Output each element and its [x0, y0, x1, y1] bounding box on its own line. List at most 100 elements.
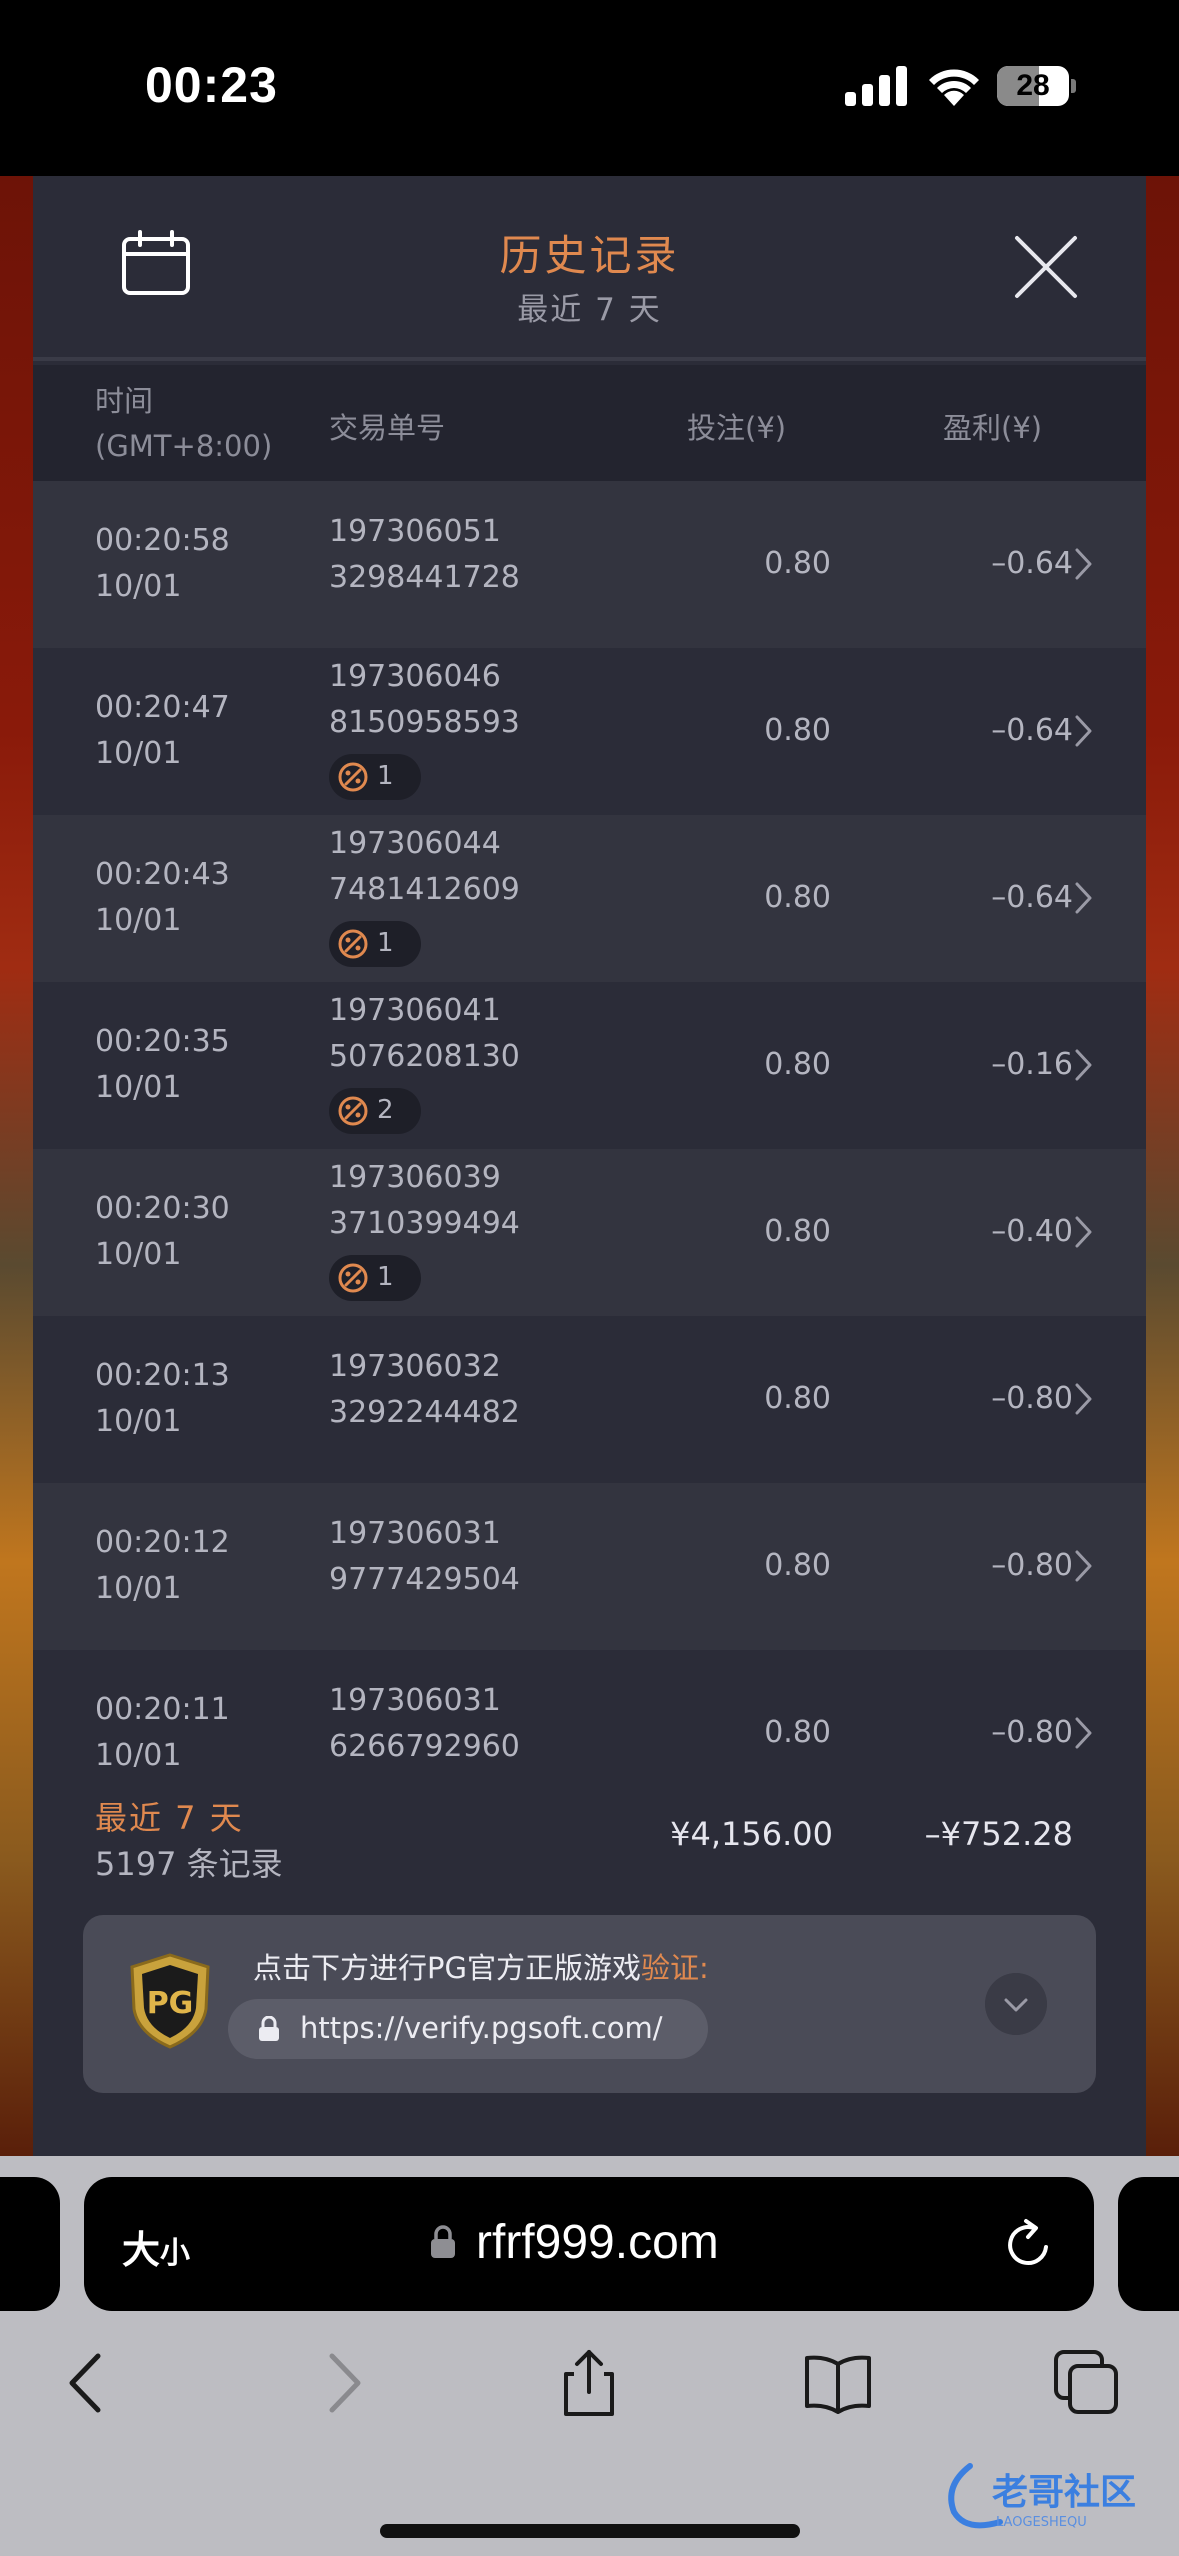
verify-url-link[interactable]: https://verify.pgsoft.com/	[228, 1999, 708, 2059]
row-transaction-id: 197306039 3710399494	[329, 1155, 520, 1247]
verify-prompt: 点击下方进行PG官方正版游戏	[253, 1951, 641, 1985]
row-id-line2: 3710399494	[329, 1206, 520, 1241]
row-date-value: 10/01	[95, 1404, 182, 1439]
history-row[interactable]: 00:20:58 10/01 197306051 3298441728 0.80 –0.6…	[33, 481, 1146, 648]
summary-total-profit: –¥752.28	[924, 1815, 1073, 1853]
row-id-line1: 197306031	[329, 1683, 501, 1718]
chevron-right-icon[interactable]	[1068, 546, 1098, 582]
pg-logo-text: PG	[147, 1986, 194, 2021]
row-profit: –0.40	[991, 1214, 1073, 1249]
free-spin-count: 1	[377, 1262, 394, 1292]
row-id-line1: 197306039	[329, 1160, 501, 1195]
chevron-right-icon[interactable]	[1068, 880, 1098, 916]
lock-icon	[259, 2016, 279, 2041]
row-time-value: 00:20:30	[95, 1191, 230, 1226]
row-profit: –0.80	[991, 1715, 1073, 1750]
wifi-icon	[929, 69, 979, 106]
bookmarks-icon[interactable]	[803, 2348, 873, 2418]
history-row[interactable]: 00:20:13 10/01 197306032 3292244482 0.80 –0.8…	[33, 1316, 1146, 1483]
free-spin-count: 1	[377, 928, 394, 958]
col-profit-label: 盈利(¥)	[943, 411, 1043, 445]
tabs-icon[interactable]	[1052, 2348, 1122, 2418]
row-id-line2: 3298441728	[329, 560, 520, 595]
row-time-value: 00:20:35	[95, 1024, 230, 1059]
row-transaction-id: 197306032 3292244482	[329, 1344, 520, 1436]
history-panel: 历史记录 最近 7 天 时间 (GMT+8:00) 交易单号 投注(¥) 盈利(…	[33, 176, 1146, 2156]
share-icon[interactable]	[554, 2348, 624, 2418]
forward-icon[interactable]	[306, 2348, 376, 2418]
row-time: 00:20:13 10/01	[95, 1353, 230, 1445]
verify-banner: PG 点击下方进行PG官方正版游戏验证: https://verify.pgso…	[83, 1915, 1096, 2093]
history-row[interactable]: 00:20:35 10/01 197306041 5076208130 2 0.80 –0.…	[33, 982, 1146, 1149]
row-profit: –0.80	[991, 1548, 1073, 1583]
row-id-line2: 9777429504	[329, 1562, 520, 1597]
row-transaction-id: 197306031 6266792960	[329, 1678, 520, 1767]
verify-url: https://verify.pgsoft.com/	[300, 2011, 663, 2045]
row-transaction-id: 197306044 7481412609	[329, 821, 520, 913]
chevron-down-icon[interactable]	[985, 1973, 1047, 2035]
row-bet: 0.80	[764, 1381, 831, 1416]
free-spin-badge: 1	[329, 921, 421, 967]
history-row[interactable]: 00:20:30 10/01 197306039 3710399494 1 0.80 –0.…	[33, 1149, 1146, 1316]
chevron-right-icon[interactable]	[1068, 713, 1098, 749]
lock-icon	[431, 2225, 455, 2258]
history-row[interactable]: 00:20:47 10/01 197306046 8150958593 1 0.80 –0.…	[33, 648, 1146, 815]
verify-text: 点击下方进行PG官方正版游戏验证:	[253, 1945, 709, 1987]
text-size-large-label: 大	[122, 2228, 161, 2272]
verify-highlight: 验证:	[640, 1951, 709, 1985]
chevron-right-icon[interactable]	[1068, 1047, 1098, 1083]
battery-level: 28	[1016, 69, 1050, 102]
history-list: 00:20:58 10/01 197306051 3298441728 0.80 –0.6…	[33, 481, 1146, 1767]
address-url: rfrf999.com	[476, 2216, 719, 2269]
row-time: 00:20:35 10/01	[95, 1019, 230, 1111]
page-subtitle: 最近 7 天	[517, 292, 662, 328]
chevron-right-icon[interactable]	[1068, 1715, 1098, 1751]
row-date-value: 10/01	[95, 1738, 182, 1767]
text-size-button[interactable]: 大小	[122, 2219, 190, 2274]
next-tab-peek[interactable]	[1118, 2177, 1179, 2311]
address-bar[interactable]: 大小 rfrf999.com	[84, 2177, 1094, 2311]
free-spin-count: 2	[377, 1095, 394, 1125]
row-bet: 0.80	[764, 1214, 831, 1249]
row-id-line1: 197306051	[329, 514, 501, 549]
row-bet: 0.80	[764, 1047, 831, 1082]
row-id-line1: 197306046	[329, 659, 501, 694]
reload-icon[interactable]	[1002, 2217, 1056, 2271]
history-row[interactable]: 00:20:12 10/01 197306031 9777429504 0.80 –0.8…	[33, 1483, 1146, 1650]
row-transaction-id: 197306041 5076208130	[329, 988, 520, 1080]
row-time: 00:20:47 10/01	[95, 685, 230, 777]
row-id-line2: 8150958593	[329, 705, 520, 740]
status-bar: 00:23 28	[0, 0, 1179, 176]
page-title: 历史记录	[499, 231, 680, 280]
free-spin-icon	[338, 929, 368, 959]
row-time-value: 00:20:13	[95, 1358, 230, 1393]
watermark-text: 老哥社区	[992, 2472, 1136, 2513]
back-icon[interactable]	[54, 2348, 124, 2418]
row-id-line1: 197306032	[329, 1349, 501, 1384]
summary-count: 5197 条记录	[95, 1845, 283, 1883]
summary-total-bet: ¥4,156.00	[670, 1815, 833, 1853]
previous-tab-peek[interactable]	[0, 2177, 60, 2311]
chevron-right-icon[interactable]	[1068, 1214, 1098, 1250]
row-bet: 0.80	[764, 1548, 831, 1583]
history-row[interactable]: 00:20:43 10/01 197306044 7481412609 1 0.80 –0.…	[33, 815, 1146, 982]
history-row[interactable]: 00:20:11 10/01 197306031 6266792960 0.80 –0.8…	[33, 1650, 1146, 1767]
free-spin-badge: 1	[329, 754, 421, 800]
summary-period: 最近 7 天	[95, 1799, 244, 1837]
chevron-right-icon[interactable]	[1068, 1548, 1098, 1584]
row-bet: 0.80	[764, 546, 831, 581]
summary-footer: 最近 7 天 5197 条记录 ¥4,156.00 –¥752.28 PG 点击…	[33, 1767, 1146, 2156]
row-time: 00:20:12 10/01	[95, 1520, 230, 1612]
row-profit: –0.64	[991, 713, 1073, 748]
status-time: 00:23	[145, 57, 278, 113]
close-icon[interactable]	[1013, 234, 1079, 300]
row-id-line2: 6266792960	[329, 1729, 520, 1764]
col-time-label: 时间	[95, 384, 154, 418]
col-id-label: 交易单号	[329, 411, 446, 445]
row-profit: –0.80	[991, 1381, 1073, 1416]
home-indicator	[380, 2524, 800, 2538]
row-time-value: 00:20:43	[95, 857, 230, 892]
free-spin-icon	[338, 1263, 368, 1293]
table-header: 时间 (GMT+8:00) 交易单号 投注(¥) 盈利(¥)	[33, 365, 1146, 481]
chevron-right-icon[interactable]	[1068, 1381, 1098, 1417]
